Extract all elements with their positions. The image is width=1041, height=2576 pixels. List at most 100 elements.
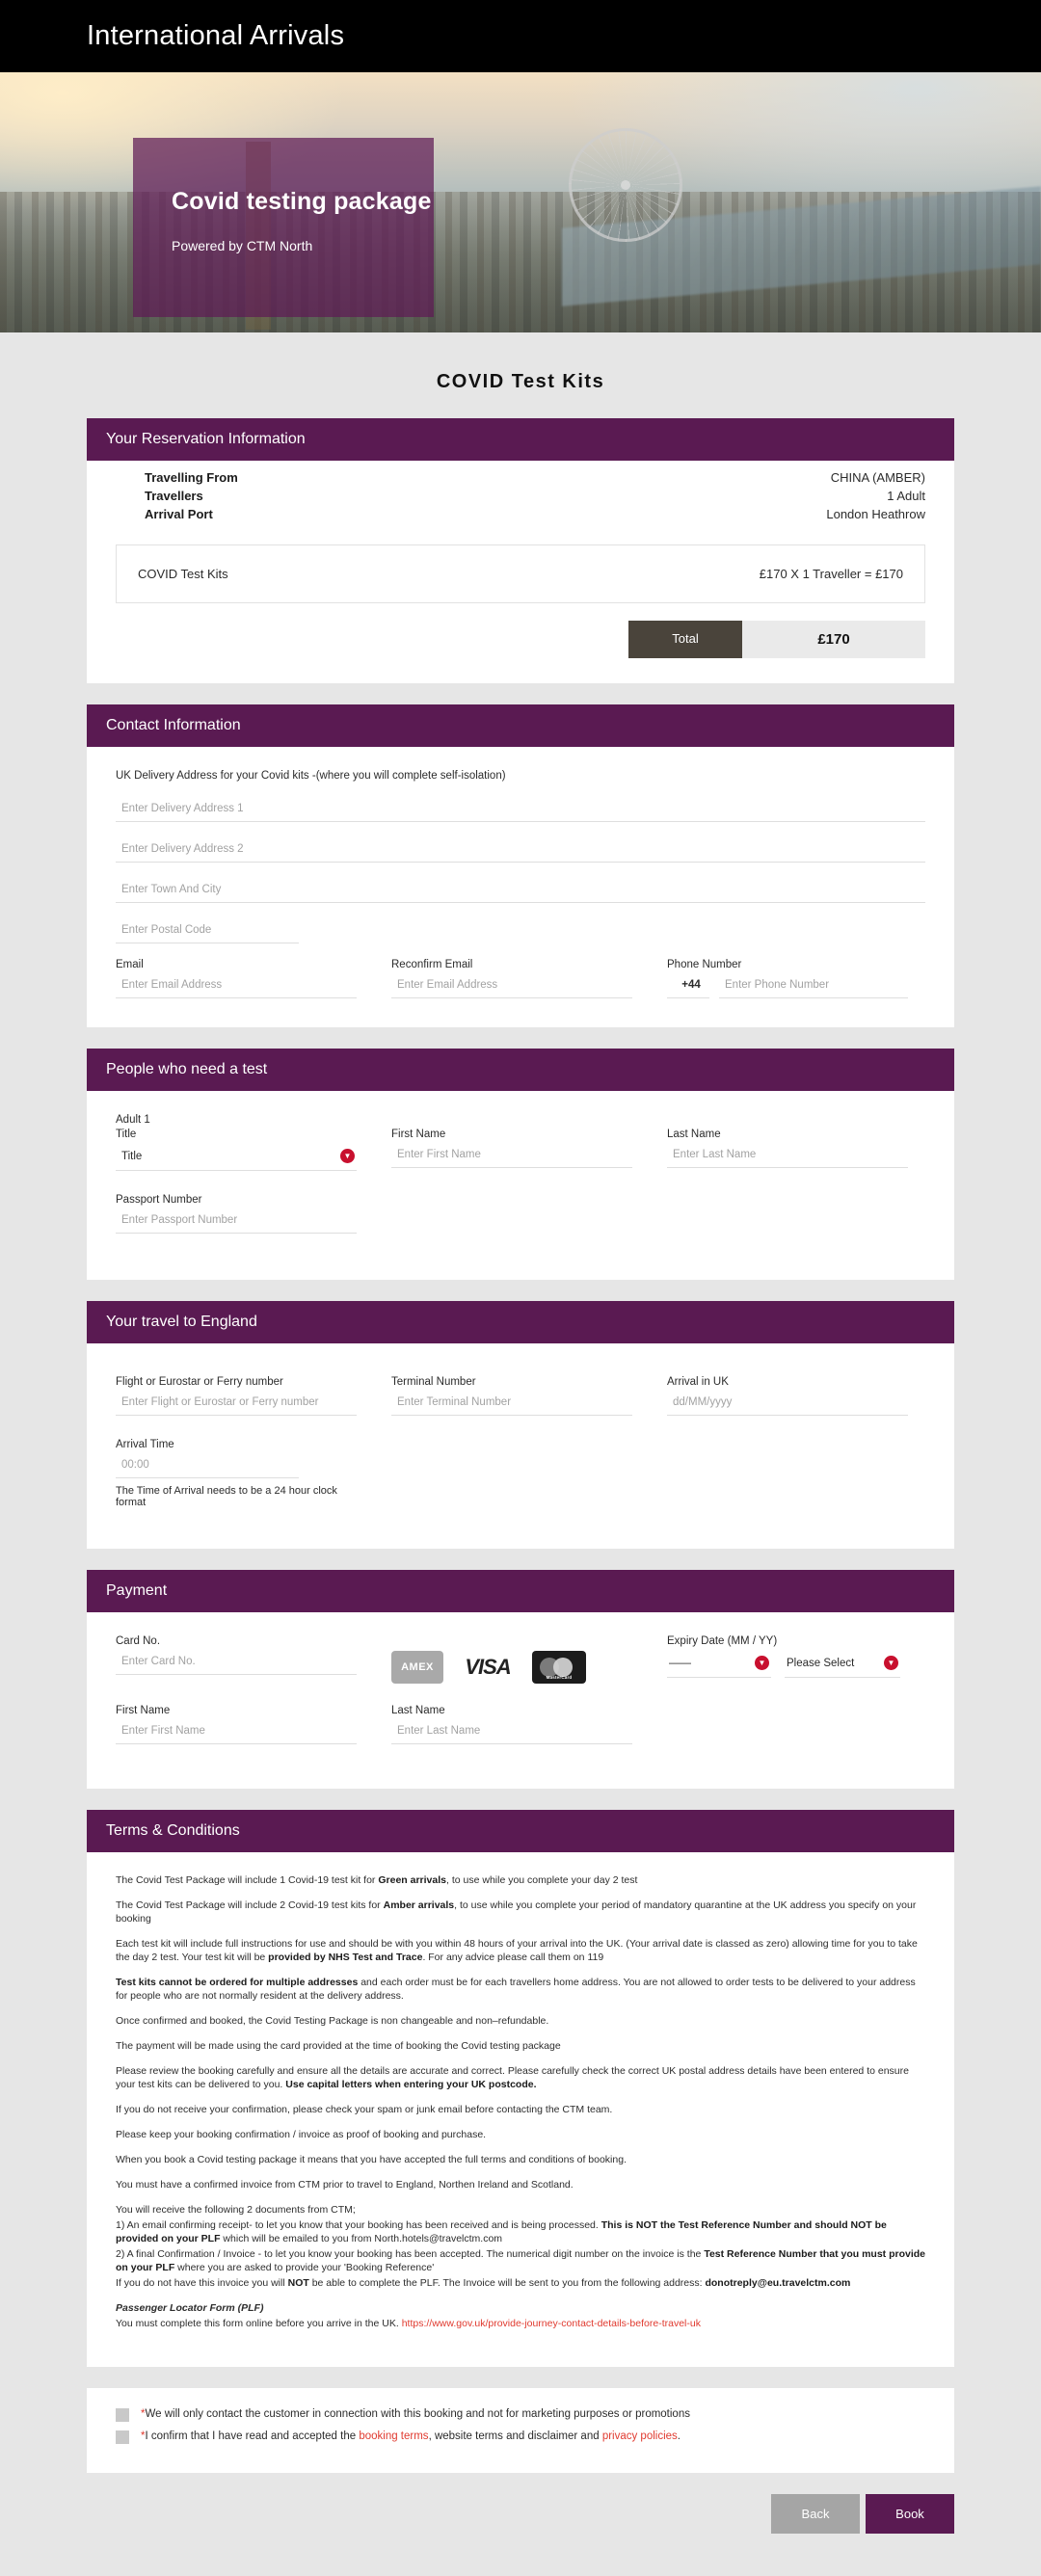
terms-paragraph: Please keep your booking confirmation / … bbox=[116, 2129, 487, 2140]
payment-first-name-input[interactable] bbox=[116, 1719, 357, 1744]
line-item-price: £170 X 1 Traveller = £170 bbox=[759, 567, 903, 581]
booking-terms-link[interactable]: booking terms bbox=[359, 2430, 428, 2442]
terms-bold-amber-arrivals: Amber arrivals bbox=[383, 1899, 455, 1911]
documents-intro: You will receive the following 2 documen… bbox=[116, 2204, 356, 2216]
email-input[interactable] bbox=[116, 973, 357, 998]
payment-first-name-field: First Name bbox=[116, 1705, 357, 1744]
hero-heading: Covid testing package bbox=[172, 188, 432, 215]
marketing-consent-checkbox[interactable] bbox=[116, 2408, 129, 2422]
travel-body: Flight or Eurostar or Ferry number Termi… bbox=[87, 1343, 954, 1549]
title-label: Title bbox=[116, 1129, 137, 1140]
phone-number-field: Phone Number +44 bbox=[667, 959, 908, 998]
reconfirm-email-input[interactable] bbox=[391, 973, 632, 998]
terms-paragraph: Each test kit will include full instruct… bbox=[116, 1938, 918, 1963]
terminal-number-input[interactable] bbox=[391, 1391, 632, 1416]
people-who-need-test-card: People who need a test Adult 1 Title Tit… bbox=[87, 1049, 954, 1280]
london-eye-landmark-icon bbox=[569, 128, 682, 242]
delivery-address-1-field[interactable] bbox=[116, 797, 925, 822]
arrival-time-input[interactable] bbox=[116, 1453, 299, 1478]
adult-1-label: Adult 1 bbox=[116, 1114, 150, 1126]
terms-paragraph: The Covid Test Package will include 1 Co… bbox=[116, 1874, 638, 1886]
contact-body: UK Delivery Address for your Covid kits … bbox=[87, 747, 954, 1027]
contact-information-card: Contact Information UK Delivery Address … bbox=[87, 704, 954, 1027]
plf-gov-uk-link[interactable]: https://www.gov.uk/provide-journey-conta… bbox=[402, 2318, 701, 2329]
expiry-date-label: Expiry Date (MM / YY) bbox=[667, 1635, 778, 1647]
expiry-selects: —— ▼ Please Select ▼ bbox=[667, 1650, 908, 1678]
reservation-section-title: Your Reservation Information bbox=[87, 418, 954, 461]
passport-number-input[interactable] bbox=[116, 1208, 357, 1234]
reservation-row-label: Travelling From bbox=[145, 470, 238, 485]
phone-number-input[interactable] bbox=[719, 973, 908, 998]
reservation-details: Travelling From CHINA (AMBER) Travellers… bbox=[87, 461, 954, 523]
card-number-input[interactable] bbox=[116, 1650, 357, 1675]
phone-country-code[interactable]: +44 bbox=[667, 973, 709, 998]
arrival-time-label: Arrival Time bbox=[116, 1439, 174, 1450]
first-name-label: First Name bbox=[391, 1129, 446, 1140]
mastercard-label: MasterCard bbox=[546, 1675, 573, 1680]
last-name-input[interactable] bbox=[667, 1143, 908, 1168]
arrival-date-label: Arrival in UK bbox=[667, 1376, 729, 1388]
page-header-title: International Arrivals bbox=[87, 20, 345, 51]
first-name-input[interactable] bbox=[391, 1143, 632, 1168]
title-select[interactable]: Title ▼ bbox=[116, 1143, 357, 1171]
terms-paragraph: The payment will be made using the card … bbox=[116, 2040, 561, 2052]
amex-card-icon: AMEX bbox=[391, 1651, 443, 1684]
delivery-address-2-input[interactable] bbox=[116, 837, 925, 863]
payment-first-name-label: First Name bbox=[116, 1705, 171, 1716]
total-row: Total £170 bbox=[87, 621, 925, 658]
consent-row-marketing: *We will only contact the customer in co… bbox=[116, 2407, 925, 2422]
marketing-consent-label: We will only contact the customer in con… bbox=[145, 2408, 690, 2420]
title-select-value: Title bbox=[121, 1150, 143, 1162]
title-field: Title Title ▼ bbox=[116, 1129, 357, 1171]
reservation-row-label: Travellers bbox=[145, 489, 203, 503]
phone-number-input-wrap bbox=[719, 973, 908, 998]
payment-last-name-field: Last Name bbox=[391, 1705, 632, 1744]
privacy-policies-link[interactable]: privacy policies bbox=[602, 2430, 678, 2442]
doc1-part-b: which will be emailed to you from North.… bbox=[220, 2233, 503, 2244]
postal-code-field[interactable] bbox=[116, 918, 925, 943]
phone-number-label: Phone Number bbox=[667, 959, 742, 970]
arrival-date-input[interactable] bbox=[667, 1391, 908, 1416]
reservation-row-label: Arrival Port bbox=[145, 507, 213, 521]
expiry-month-select[interactable]: —— ▼ bbox=[667, 1650, 771, 1678]
reservation-row: Travellers 1 Adult bbox=[145, 487, 925, 505]
doc2-part-a: 2) A final Confirmation / Invoice - to l… bbox=[116, 2248, 705, 2260]
passport-number-field: Passport Number bbox=[116, 1194, 357, 1234]
payment-last-name-input[interactable] bbox=[391, 1719, 632, 1744]
flight-number-field: Flight or Eurostar or Ferry number bbox=[116, 1376, 357, 1416]
reservation-row-value: 1 Adult bbox=[887, 489, 925, 503]
terms-consent-checkbox[interactable] bbox=[116, 2430, 129, 2444]
people-row: Title Title ▼ First Name Last Name bbox=[116, 1129, 925, 1171]
document-2-text: 2) A final Confirmation / Invoice - to l… bbox=[116, 2247, 925, 2274]
visa-card-icon: VISA bbox=[465, 1655, 511, 1679]
reservation-row: Travelling From CHINA (AMBER) bbox=[145, 468, 925, 487]
flight-number-label: Flight or Eurostar or Ferry number bbox=[116, 1376, 283, 1388]
payment-section-title: Payment bbox=[87, 1570, 954, 1612]
reconfirm-email-label: Reconfirm Email bbox=[391, 959, 473, 970]
back-button[interactable]: Back bbox=[771, 2494, 860, 2534]
postal-code-input[interactable] bbox=[116, 918, 299, 943]
plf-text: You must complete this form online befor… bbox=[116, 2317, 925, 2330]
mastercard-right-circle bbox=[553, 1658, 573, 1677]
chevron-down-icon: ▼ bbox=[755, 1656, 769, 1670]
terms-paragraph: Please review the booking carefully and … bbox=[116, 2065, 909, 2090]
last-name-field: Last Name bbox=[667, 1129, 908, 1171]
town-city-input[interactable] bbox=[116, 878, 925, 903]
terms-paragraph: Once confirmed and booked, the Covid Tes… bbox=[116, 2015, 549, 2027]
doc1-part-a: 1) An email confirming receipt- to let y… bbox=[116, 2219, 601, 2231]
flight-number-input[interactable] bbox=[116, 1391, 357, 1416]
card-number-label: Card No. bbox=[116, 1635, 161, 1647]
expiry-year-select[interactable]: Please Select ▼ bbox=[785, 1650, 900, 1678]
passport-row: Passport Number bbox=[116, 1194, 925, 1234]
doc3-bold-email: donotreply@eu.travelctm.com bbox=[705, 2277, 851, 2289]
delivery-address-2-field[interactable] bbox=[116, 837, 925, 863]
expiry-date-field: Expiry Date (MM / YY) —— ▼ Please Select… bbox=[667, 1635, 908, 1684]
book-button[interactable]: Book bbox=[866, 2494, 954, 2534]
arrival-date-field: Arrival in UK bbox=[667, 1376, 908, 1416]
payment-row: Card No. AMEX VISA MasterCard Expiry Dat… bbox=[116, 1635, 925, 1684]
delivery-address-1-input[interactable] bbox=[116, 797, 925, 822]
town-city-field[interactable] bbox=[116, 878, 925, 903]
terms-bold-multiple-addresses: Test kits cannot be ordered for multiple… bbox=[116, 1977, 359, 1988]
terms-consent-part-b: , website terms and disclaimer and bbox=[428, 2430, 602, 2442]
